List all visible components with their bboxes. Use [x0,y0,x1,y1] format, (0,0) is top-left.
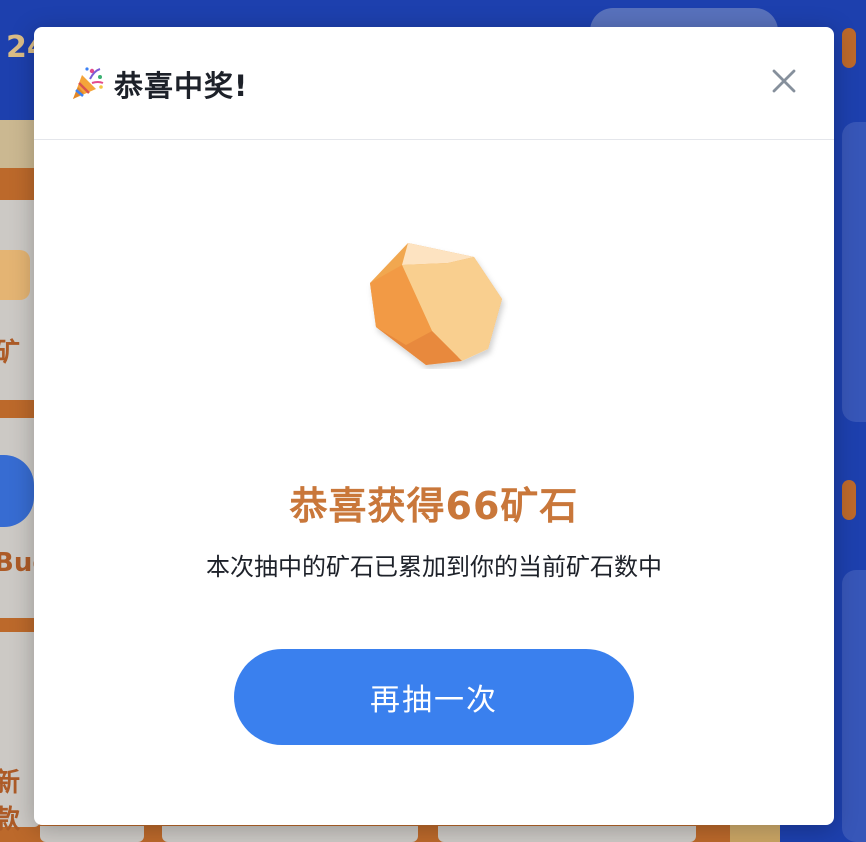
dialog-header: 恭喜中奖! [34,27,834,140]
prize-dialog: 恭喜中奖! 恭喜获得66矿石 本次抽中的矿石已累加到你的当前矿石数中 再抽一次 [34,27,834,825]
prize-heading: 恭喜获得66矿石 [289,484,579,528]
party-popper-icon [70,65,106,101]
prize-description: 本次抽中的矿石已累加到你的当前矿石数中 [206,553,662,581]
dialog-title: 恭喜中奖! [114,69,249,103]
close-icon[interactable] [766,63,802,99]
ore-gem-icon [362,235,508,369]
close-button[interactable] [766,63,802,99]
draw-again-button[interactable]: 再抽一次 [234,649,634,745]
